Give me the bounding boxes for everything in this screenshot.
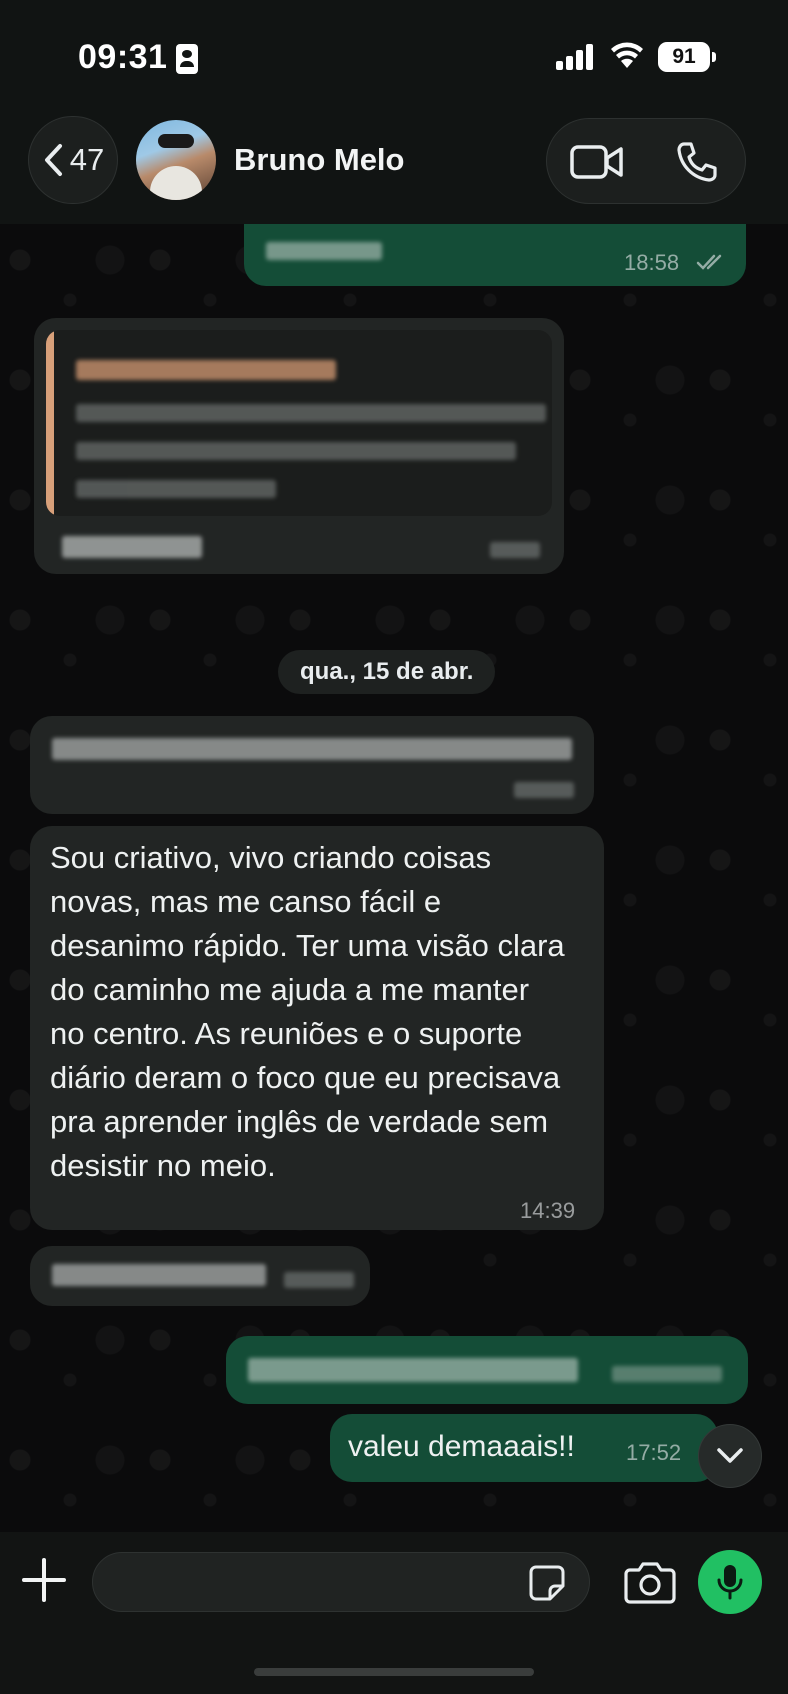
- pixelated-text: [76, 442, 516, 460]
- message-text: Sou criativo, vivo criando coisas novas,…: [50, 840, 565, 1183]
- pixelated-time: [612, 1366, 722, 1382]
- video-call-button[interactable]: [547, 119, 647, 205]
- phone-icon: [677, 142, 717, 182]
- pixelated-text: [76, 360, 336, 380]
- outgoing-message[interactable]: 18:58: [244, 224, 746, 286]
- quote-accent-bar: [46, 330, 54, 516]
- date-separator: qua., 15 de abr.: [278, 650, 496, 694]
- incoming-message[interactable]: [30, 1246, 370, 1306]
- camera-icon[interactable]: [624, 1558, 676, 1606]
- pixelated-text: [248, 1358, 578, 1382]
- pixelated-text: [266, 242, 382, 260]
- message-time: 17:52: [626, 1440, 682, 1465]
- video-call-icon: [570, 145, 623, 179]
- pixelated-time: [284, 1272, 354, 1288]
- pixelated-text: [52, 1264, 266, 1286]
- battery-indicator: 91: [658, 42, 716, 72]
- pixelated-time: [490, 542, 540, 558]
- avatar[interactable]: [136, 120, 216, 200]
- incoming-quoted-message[interactable]: [34, 318, 564, 574]
- pixelated-text: [76, 404, 546, 422]
- chat-header: 09:31 91 47 Bruno Melo: [0, 0, 788, 224]
- incoming-message[interactable]: [30, 716, 594, 814]
- back-chevron-icon: [44, 144, 62, 176]
- wifi-icon: [611, 42, 643, 68]
- contact-name[interactable]: Bruno Melo: [234, 142, 405, 178]
- chevron-down-icon: [717, 1448, 743, 1463]
- double-check-icon: [696, 254, 722, 270]
- contact-card-icon: [176, 44, 198, 74]
- home-indicator: [254, 1668, 534, 1676]
- voice-call-button[interactable]: [647, 119, 747, 205]
- pixelated-time: [514, 782, 574, 798]
- quoted-reply[interactable]: [46, 330, 552, 516]
- unread-count: 47: [69, 142, 105, 177]
- scroll-to-bottom-button[interactable]: [698, 1424, 762, 1488]
- outgoing-message[interactable]: valeu demaaais!! 17:52: [330, 1414, 718, 1482]
- signal-icon: [556, 44, 596, 70]
- pixelated-text: [62, 536, 202, 558]
- pixelated-text: [52, 738, 572, 760]
- pixelated-text: [76, 480, 276, 498]
- plus-icon[interactable]: [20, 1556, 68, 1604]
- message-time: 14:39: [520, 1198, 576, 1223]
- message-time: 18:58: [624, 250, 680, 275]
- back-button[interactable]: 47: [28, 116, 118, 204]
- microphone-icon: [717, 1565, 743, 1600]
- call-actions: [546, 118, 746, 204]
- message-input[interactable]: [92, 1552, 590, 1612]
- message-text: valeu demaaais!!: [348, 1430, 575, 1463]
- outgoing-message[interactable]: [226, 1336, 748, 1404]
- sticker-icon[interactable]: [528, 1564, 566, 1602]
- microphone-button[interactable]: [698, 1550, 762, 1614]
- status-time: 09:31: [78, 38, 168, 76]
